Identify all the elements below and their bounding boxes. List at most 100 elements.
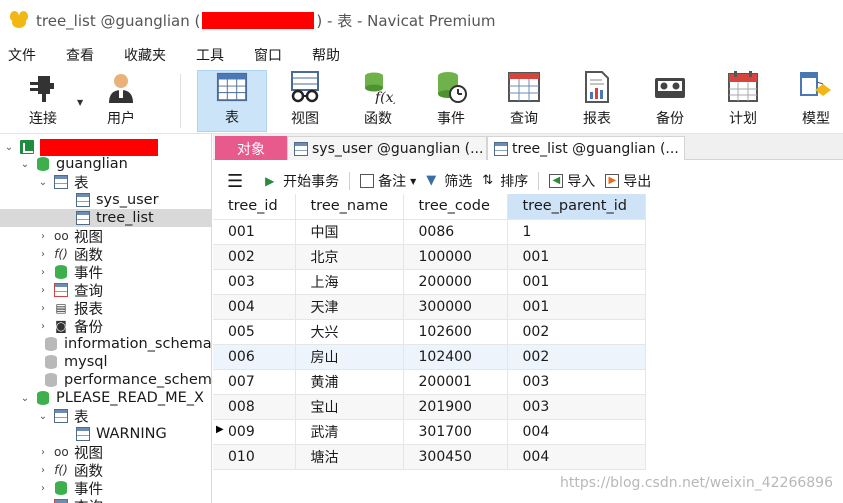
menu-window[interactable]: 窗口 bbox=[232, 45, 290, 65]
cell[interactable]: 102400 bbox=[403, 344, 508, 370]
chevron-right-icon[interactable]: › bbox=[38, 285, 48, 296]
tree-table-warning[interactable]: WARNING bbox=[60, 425, 211, 443]
cell[interactable]: 007 bbox=[213, 369, 296, 395]
cell[interactable]: 001 bbox=[507, 269, 646, 295]
tree-db-mysql[interactable]: mysql bbox=[38, 353, 211, 371]
cell[interactable]: 004 bbox=[507, 419, 646, 445]
menu-favorites[interactable]: 收藏夹 bbox=[102, 45, 174, 65]
menu-help[interactable]: 帮助 bbox=[290, 45, 348, 65]
tree-db-information-schema[interactable]: information_schema bbox=[38, 335, 211, 353]
cell[interactable]: 大兴 bbox=[295, 319, 404, 345]
query-button[interactable]: 查询 bbox=[489, 70, 559, 132]
table-row[interactable]: 005 大兴 102600 002 bbox=[213, 319, 646, 345]
cell[interactable]: 102600 bbox=[403, 319, 508, 345]
memo-button[interactable]: 备注 ▼ bbox=[360, 171, 416, 191]
chevron-down-icon[interactable]: ⌄ bbox=[4, 142, 14, 153]
tree-db-guanglian[interactable]: ⌄ guanglian bbox=[20, 155, 211, 173]
chevron-right-icon[interactable]: › bbox=[38, 267, 48, 278]
tree-backups-folder[interactable]: › ◙ 备份 bbox=[38, 317, 211, 336]
connection-button[interactable]: 连接 bbox=[8, 70, 78, 132]
cell[interactable]: 北京 bbox=[295, 244, 404, 270]
table-button[interactable]: 表 bbox=[197, 70, 267, 132]
filter-button[interactable]: ▼ 筛选 bbox=[426, 171, 472, 191]
sort-button[interactable]: ⇅ 排序 bbox=[482, 171, 528, 191]
backup-button[interactable]: 备份 bbox=[635, 70, 705, 132]
cell[interactable]: 300000 bbox=[403, 294, 508, 320]
table-row[interactable]: 004 天津 300000 001 bbox=[213, 294, 646, 320]
tree-table-sys-user[interactable]: sys_user bbox=[60, 191, 211, 209]
export-button[interactable]: ▶ 导出 bbox=[605, 171, 651, 191]
tree-queries-folder-2[interactable]: › 查询 bbox=[38, 497, 211, 503]
cell[interactable]: 1 bbox=[507, 219, 646, 245]
cell[interactable]: 001 bbox=[507, 244, 646, 270]
cell[interactable]: 0086 bbox=[403, 219, 508, 245]
chevron-down-icon[interactable]: ▼ bbox=[77, 98, 83, 107]
cell[interactable]: 006 bbox=[213, 344, 296, 370]
cell[interactable]: 001 bbox=[213, 219, 296, 245]
tree-tables-folder-2[interactable]: ⌄ 表 bbox=[38, 407, 211, 426]
cell[interactable]: 200001 bbox=[403, 369, 508, 395]
menu-view[interactable]: 查看 bbox=[44, 45, 102, 65]
cell[interactable]: 003 bbox=[507, 369, 646, 395]
tree-db-performance-schema[interactable]: performance_schema bbox=[38, 371, 211, 389]
chevron-right-icon[interactable]: › bbox=[38, 483, 48, 494]
tab-objects[interactable]: 对象 bbox=[215, 136, 287, 160]
tree-functions-folder[interactable]: › f() 函数 bbox=[38, 245, 211, 264]
chevron-right-icon[interactable]: › bbox=[38, 465, 48, 476]
chevron-right-icon[interactable]: › bbox=[38, 231, 48, 242]
schedule-button[interactable]: 计划 bbox=[708, 70, 778, 132]
table-row[interactable]: 010 塘沽 300450 004 bbox=[213, 444, 646, 470]
table-row[interactable]: 008 宝山 201900 003 bbox=[213, 394, 646, 420]
cell[interactable]: 004 bbox=[213, 294, 296, 320]
cell[interactable]: 塘沽 bbox=[295, 444, 404, 470]
user-button[interactable]: 用户 bbox=[86, 70, 156, 132]
table-row[interactable]: 002 北京 100000 001 bbox=[213, 244, 646, 270]
cell[interactable]: 300450 bbox=[403, 444, 508, 470]
cell[interactable]: 008 bbox=[213, 394, 296, 420]
import-button[interactable]: ◀ 导入 bbox=[549, 171, 595, 191]
cell[interactable]: 010 bbox=[213, 444, 296, 470]
table-row[interactable]: 006 房山 102400 002 bbox=[213, 344, 646, 370]
column-header-tree-id[interactable]: tree_id bbox=[213, 194, 296, 220]
cell[interactable]: 黄浦 bbox=[295, 369, 404, 395]
tree-views-folder[interactable]: › oo 视图 bbox=[38, 227, 211, 246]
column-header-tree-name[interactable]: tree_name bbox=[295, 194, 404, 220]
tree-reports-folder[interactable]: › ▤ 报表 bbox=[38, 299, 211, 318]
tab-tree-list[interactable]: tree_list @guanglian (... bbox=[487, 136, 685, 160]
tree-db-please-read-me[interactable]: ⌄ PLEASE_READ_ME_X bbox=[20, 389, 211, 407]
table-row[interactable]: 001 中国 0086 1 bbox=[213, 219, 646, 245]
begin-transaction-button[interactable]: ▶ 开始事务 bbox=[265, 171, 339, 191]
cell[interactable]: 武清 bbox=[295, 419, 404, 445]
chevron-down-icon[interactable]: ⌄ bbox=[38, 177, 48, 188]
cell[interactable]: 004 bbox=[507, 444, 646, 470]
cell[interactable]: 201900 bbox=[403, 394, 508, 420]
cell[interactable]: 301700 bbox=[403, 419, 508, 445]
tree-events-folder-2[interactable]: › 事件 bbox=[38, 479, 211, 498]
cell[interactable]: 002 bbox=[507, 319, 646, 345]
cell[interactable]: 上海 bbox=[295, 269, 404, 295]
tree-functions-folder-2[interactable]: › f() 函数 bbox=[38, 461, 211, 480]
chevron-down-icon[interactable]: ⌄ bbox=[38, 411, 48, 422]
tree-tables-folder[interactable]: ⌄ 表 bbox=[38, 173, 211, 192]
chevron-right-icon[interactable]: › bbox=[38, 303, 48, 314]
menu-tools[interactable]: 工具 bbox=[174, 45, 232, 65]
cell[interactable]: 002 bbox=[507, 344, 646, 370]
chevron-down-icon[interactable]: ⌄ bbox=[20, 393, 30, 404]
tree-events-folder[interactable]: › 事件 bbox=[38, 263, 211, 282]
tab-sys-user[interactable]: sys_user @guanglian (... bbox=[287, 136, 487, 160]
hamburger-menu-icon[interactable]: ☰ bbox=[227, 171, 243, 192]
model-button[interactable]: 模型 bbox=[781, 70, 843, 132]
cell[interactable]: 003 bbox=[507, 394, 646, 420]
cell[interactable]: 009 bbox=[213, 419, 296, 445]
cell[interactable]: 房山 bbox=[295, 344, 404, 370]
cell[interactable]: 中国 bbox=[295, 219, 404, 245]
tree-table-tree-list[interactable]: tree_list bbox=[0, 209, 211, 227]
cell[interactable]: 宝山 bbox=[295, 394, 404, 420]
tree-connection[interactable]: ⌄ bbox=[4, 138, 211, 156]
chevron-right-icon[interactable]: › bbox=[38, 447, 48, 458]
tree-views-folder-2[interactable]: › oo 视图 bbox=[38, 443, 211, 462]
cell[interactable]: 200000 bbox=[403, 269, 508, 295]
cell[interactable]: 天津 bbox=[295, 294, 404, 320]
event-button[interactable]: 事件 bbox=[416, 70, 486, 132]
column-header-tree-code[interactable]: tree_code bbox=[403, 194, 508, 220]
